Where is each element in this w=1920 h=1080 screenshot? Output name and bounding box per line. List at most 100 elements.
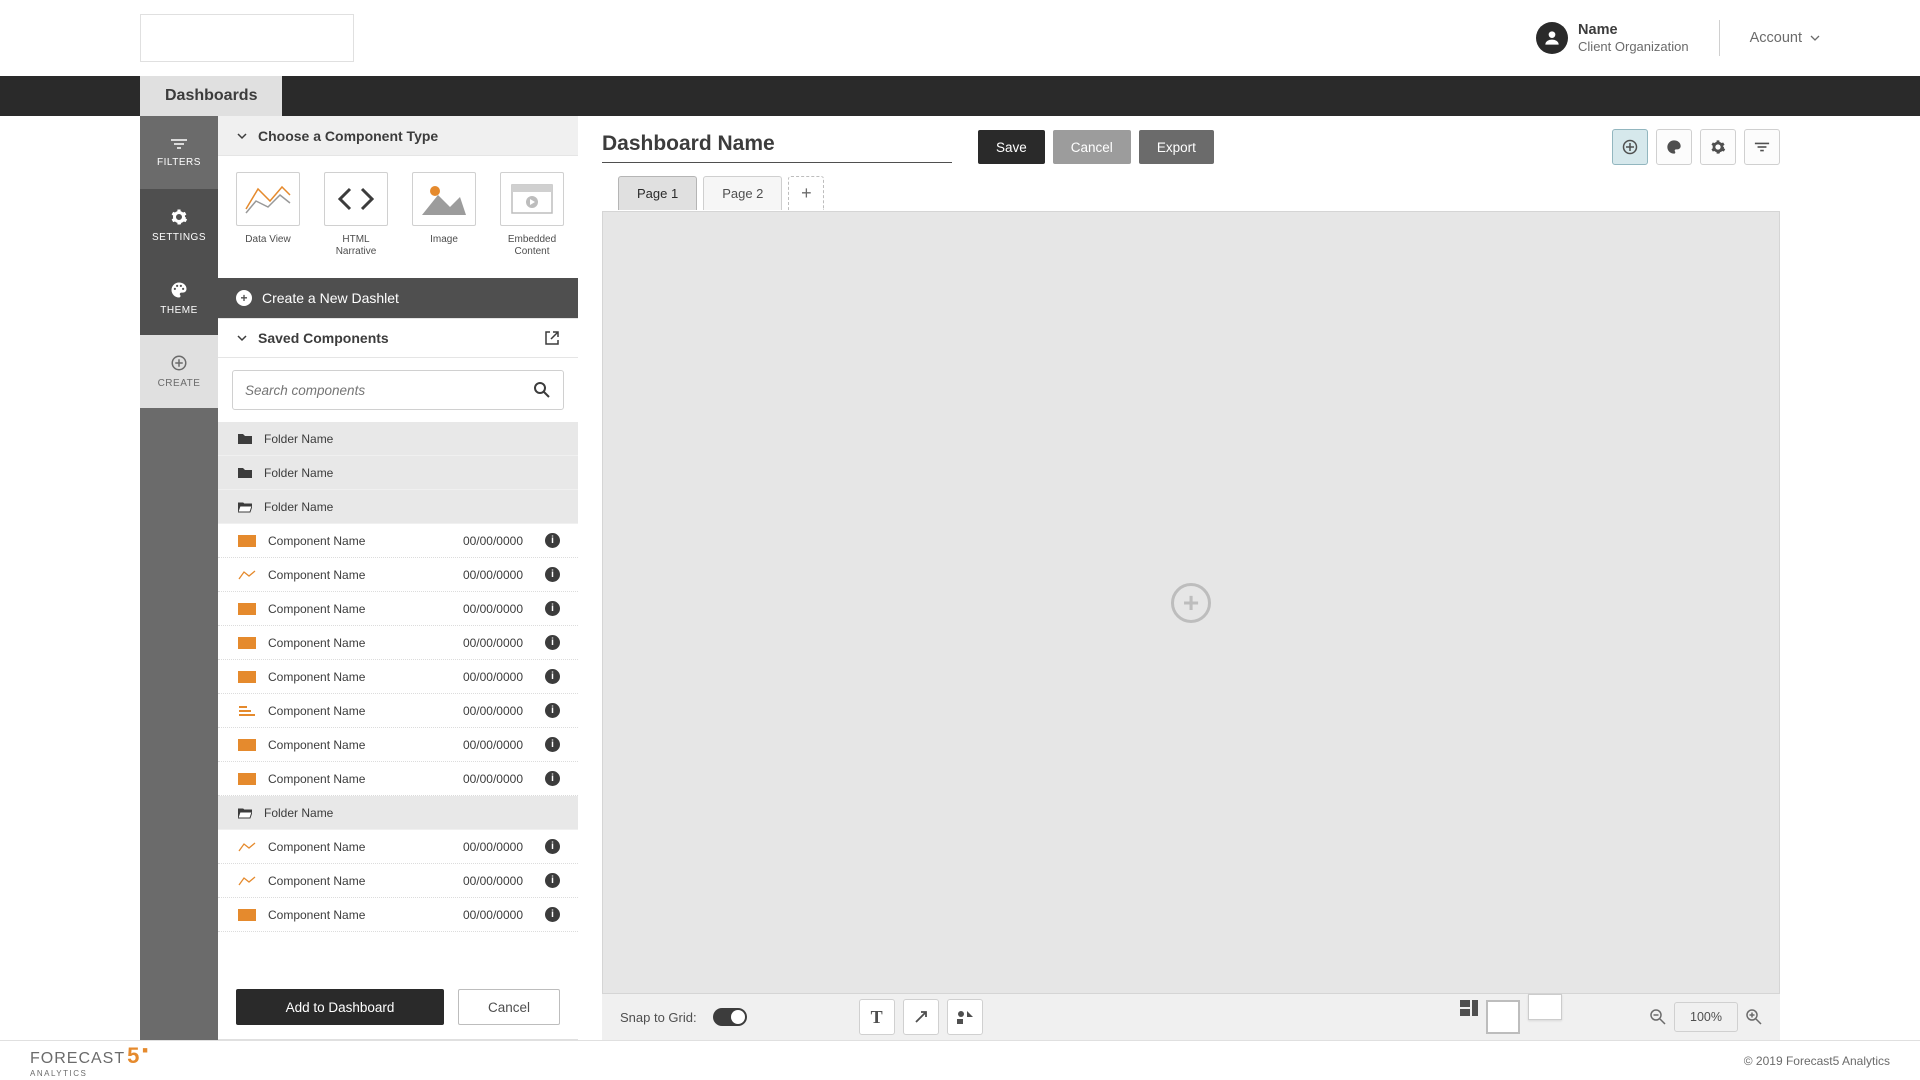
component-date: 00/00/0000 [463, 874, 523, 888]
component-row[interactable]: Component Name00/00/0000i [218, 558, 578, 592]
component-row[interactable]: Component Name00/00/0000i [218, 898, 578, 932]
component-row[interactable]: Component Name00/00/0000i [218, 524, 578, 558]
cancel-button[interactable]: Cancel [1053, 130, 1131, 164]
layout-swatch-2[interactable] [1528, 994, 1562, 1020]
panel-cancel-button[interactable]: Cancel [458, 989, 560, 1025]
btn-label: Cancel [1071, 140, 1113, 155]
info-icon[interactable]: i [545, 533, 560, 548]
sidebar-create[interactable]: CREATE [140, 335, 218, 408]
layout-icon[interactable] [1460, 1000, 1478, 1034]
text-tool-button[interactable]: T [859, 999, 895, 1035]
tab-label: Page 2 [722, 186, 763, 201]
info-icon[interactable]: i [545, 669, 560, 684]
component-row[interactable]: Component Name00/00/0000i [218, 830, 578, 864]
component-type-data-view[interactable]: Data View [236, 172, 300, 258]
btn-label: Add to Dashboard [286, 1000, 395, 1015]
user-organization: Client Organization [1578, 39, 1689, 55]
open-in-new-icon[interactable] [544, 330, 560, 346]
folder-open-icon [238, 501, 252, 513]
sidebar-theme[interactable]: THEME [140, 262, 218, 335]
component-row[interactable]: Component Name00/00/0000i [218, 592, 578, 626]
add-page-button[interactable]: + [788, 176, 824, 210]
component-row[interactable]: Component Name00/00/0000i [218, 626, 578, 660]
component-list[interactable]: Folder Name Folder Name Folder Name Comp… [218, 422, 578, 975]
theme-button[interactable] [1656, 129, 1692, 165]
user-name: Name [1578, 21, 1689, 39]
folder-row[interactable]: Folder Name [218, 456, 578, 490]
component-type-image[interactable]: Image [412, 172, 476, 258]
sidebar-filters[interactable]: FILTERS [140, 116, 218, 189]
dashboard-title-input[interactable] [602, 132, 952, 163]
chart-icon [238, 909, 256, 921]
tab-dashboards[interactable]: Dashboards [140, 76, 282, 116]
info-icon[interactable]: i [545, 873, 560, 888]
data-view-icon [236, 172, 300, 226]
component-type-embedded[interactable]: Embedded Content [500, 172, 564, 258]
sidebar-create-label: CREATE [158, 378, 201, 389]
settings-button[interactable] [1700, 129, 1736, 165]
component-row[interactable]: Component Name00/00/0000i [218, 864, 578, 898]
info-icon[interactable]: i [545, 907, 560, 922]
folder-row[interactable]: Folder Name [218, 796, 578, 830]
search-field[interactable] [245, 383, 533, 398]
sidebar-settings[interactable]: SETTINGS [140, 189, 218, 262]
layout-swatch-1[interactable] [1486, 1000, 1520, 1034]
component-name: Component Name [268, 908, 451, 922]
folder-row[interactable]: Folder Name [218, 490, 578, 524]
brand-subtitle: ANALYTICS [30, 1069, 149, 1078]
info-icon[interactable]: i [545, 567, 560, 582]
zoom-value: 100% [1690, 1010, 1722, 1024]
info-icon[interactable]: i [545, 703, 560, 718]
create-dashlet-label: Create a New Dashlet [262, 290, 399, 306]
info-icon[interactable]: i [545, 839, 560, 854]
component-date: 00/00/0000 [463, 840, 523, 854]
component-date: 00/00/0000 [463, 738, 523, 752]
choose-component-header[interactable]: Choose a Component Type [218, 116, 578, 156]
embedded-icon [500, 172, 564, 226]
dashboard-canvas[interactable]: + [602, 211, 1780, 994]
component-name: Component Name [268, 738, 451, 752]
avatar-icon [1536, 22, 1568, 54]
add-widget-button[interactable] [1612, 129, 1648, 165]
code-icon [324, 172, 388, 226]
filter-button[interactable] [1744, 129, 1780, 165]
component-type-html-narrative[interactable]: HTML Narrative [324, 172, 388, 258]
folder-icon [238, 467, 252, 479]
account-dropdown[interactable]: Account [1750, 30, 1820, 46]
sidebar-filters-label: FILTERS [157, 157, 201, 168]
saved-components-header[interactable]: Saved Components [218, 318, 578, 358]
arrow-tool-button[interactable] [903, 999, 939, 1035]
canvas-add-icon[interactable]: + [1171, 583, 1211, 623]
component-row[interactable]: Component Name00/00/0000i [218, 762, 578, 796]
search-components-input[interactable] [232, 370, 564, 410]
info-icon[interactable]: i [545, 601, 560, 616]
choose-component-label: Choose a Component Type [258, 128, 438, 144]
snap-to-grid-toggle[interactable] [713, 1008, 747, 1026]
user-info[interactable]: Name Client Organization [1536, 21, 1689, 55]
create-dashlet-button[interactable]: + Create a New Dashlet [218, 278, 578, 318]
search-icon[interactable] [533, 381, 551, 399]
export-button[interactable]: Export [1139, 130, 1214, 164]
shapes-tool-button[interactable] [947, 999, 983, 1035]
component-row[interactable]: Component Name00/00/0000i [218, 660, 578, 694]
component-row[interactable]: Component Name 00/00/0000 i [218, 728, 578, 762]
add-to-dashboard-button[interactable]: Add to Dashboard [236, 989, 444, 1025]
zoom-out-button[interactable] [1650, 1009, 1666, 1025]
folder-row[interactable]: Folder Name [218, 422, 578, 456]
image-icon [412, 172, 476, 226]
page-tab-1[interactable]: Page 1 [618, 176, 697, 210]
tab-dashboards-label: Dashboards [165, 87, 257, 105]
folder-label: Folder Name [264, 806, 560, 820]
info-icon[interactable]: i [545, 635, 560, 650]
zoom-in-button[interactable] [1746, 1009, 1762, 1025]
component-row[interactable]: Component Name00/00/0000i [218, 694, 578, 728]
page-tab-2[interactable]: Page 2 [703, 176, 782, 210]
btn-label: Export [1157, 140, 1196, 155]
save-button[interactable]: Save [978, 130, 1045, 164]
info-icon[interactable]: i [545, 771, 560, 786]
plus-circle-icon [170, 354, 188, 372]
chevron-down-icon [236, 130, 248, 142]
chart-icon [238, 705, 256, 717]
info-icon[interactable]: i [545, 737, 560, 752]
zoom-level[interactable]: 100% [1674, 1002, 1738, 1032]
